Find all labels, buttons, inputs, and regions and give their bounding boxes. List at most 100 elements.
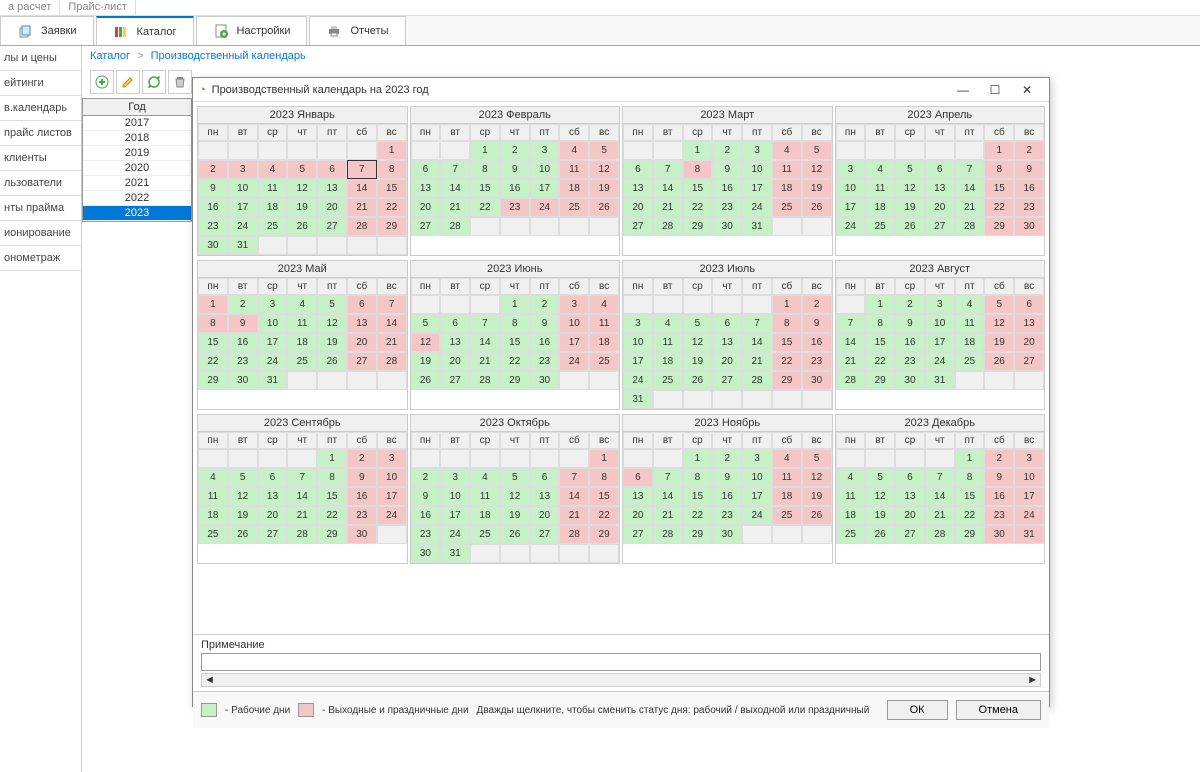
day-cell[interactable]: 8 bbox=[500, 314, 530, 333]
day-cell[interactable]: 11 bbox=[198, 487, 228, 506]
day-cell[interactable]: 30 bbox=[347, 525, 377, 544]
day-cell[interactable]: 18 bbox=[653, 352, 683, 371]
day-cell[interactable]: 27 bbox=[530, 525, 560, 544]
day-cell[interactable]: 3 bbox=[559, 295, 589, 314]
day-cell[interactable]: 1 bbox=[377, 141, 407, 160]
day-cell[interactable]: 26 bbox=[802, 506, 832, 525]
day-cell[interactable]: 21 bbox=[742, 352, 772, 371]
day-cell[interactable]: 8 bbox=[955, 468, 985, 487]
day-cell[interactable]: 22 bbox=[772, 352, 802, 371]
day-cell[interactable]: 31 bbox=[258, 371, 288, 390]
day-cell[interactable]: 17 bbox=[228, 198, 258, 217]
day-cell[interactable]: 12 bbox=[589, 160, 619, 179]
day-cell[interactable]: 21 bbox=[559, 506, 589, 525]
day-cell[interactable]: 6 bbox=[258, 468, 288, 487]
day-cell[interactable]: 23 bbox=[802, 352, 832, 371]
day-cell[interactable]: 15 bbox=[198, 333, 228, 352]
day-cell[interactable]: 11 bbox=[258, 179, 288, 198]
day-cell[interactable]: 10 bbox=[836, 179, 866, 198]
day-cell[interactable]: 4 bbox=[589, 295, 619, 314]
day-cell[interactable]: 25 bbox=[287, 352, 317, 371]
day-cell[interactable]: 3 bbox=[742, 141, 772, 160]
day-cell[interactable]: 9 bbox=[530, 314, 560, 333]
day-cell[interactable]: 1 bbox=[772, 295, 802, 314]
refresh-button[interactable] bbox=[142, 70, 166, 94]
day-cell[interactable]: 18 bbox=[836, 506, 866, 525]
day-cell[interactable]: 9 bbox=[802, 314, 832, 333]
day-cell[interactable]: 25 bbox=[653, 371, 683, 390]
day-cell[interactable]: 30 bbox=[712, 217, 742, 236]
day-cell[interactable]: 6 bbox=[925, 160, 955, 179]
sidebar-item[interactable]: в.календарь bbox=[0, 96, 81, 121]
day-cell[interactable]: 22 bbox=[470, 198, 500, 217]
day-cell[interactable]: 25 bbox=[559, 198, 589, 217]
day-cell[interactable]: 21 bbox=[653, 506, 683, 525]
day-cell[interactable]: 7 bbox=[470, 314, 500, 333]
day-cell[interactable]: 28 bbox=[653, 525, 683, 544]
day-cell[interactable]: 8 bbox=[589, 468, 619, 487]
day-cell[interactable]: 19 bbox=[411, 352, 441, 371]
day-cell[interactable]: 14 bbox=[836, 333, 866, 352]
day-cell[interactable]: 26 bbox=[589, 198, 619, 217]
day-cell[interactable]: 3 bbox=[530, 141, 560, 160]
cancel-button[interactable]: Отмена bbox=[956, 700, 1041, 720]
day-cell[interactable]: 8 bbox=[377, 160, 407, 179]
day-cell[interactable]: 20 bbox=[895, 506, 925, 525]
day-cell[interactable]: 25 bbox=[470, 525, 500, 544]
day-cell[interactable]: 30 bbox=[228, 371, 258, 390]
day-cell[interactable]: 5 bbox=[228, 468, 258, 487]
day-cell[interactable]: 21 bbox=[440, 198, 470, 217]
day-cell[interactable]: 21 bbox=[925, 506, 955, 525]
edit-button[interactable] bbox=[116, 70, 140, 94]
day-cell[interactable]: 4 bbox=[772, 449, 802, 468]
day-cell[interactable]: 19 bbox=[287, 198, 317, 217]
day-cell[interactable]: 8 bbox=[198, 314, 228, 333]
day-cell[interactable]: 31 bbox=[440, 544, 470, 563]
day-cell[interactable]: 27 bbox=[411, 217, 441, 236]
day-cell[interactable]: 25 bbox=[198, 525, 228, 544]
day-cell[interactable]: 23 bbox=[1014, 198, 1044, 217]
day-cell[interactable]: 21 bbox=[377, 333, 407, 352]
day-cell[interactable]: 27 bbox=[623, 525, 653, 544]
day-cell[interactable]: 31 bbox=[228, 236, 258, 255]
day-cell[interactable]: 3 bbox=[228, 160, 258, 179]
day-cell[interactable]: 28 bbox=[440, 217, 470, 236]
day-cell[interactable]: 20 bbox=[317, 198, 347, 217]
day-cell[interactable]: 8 bbox=[683, 160, 713, 179]
sidebar-item[interactable]: льзователи bbox=[0, 171, 81, 196]
day-cell[interactable]: 10 bbox=[258, 314, 288, 333]
day-cell[interactable]: 5 bbox=[317, 295, 347, 314]
day-cell[interactable]: 27 bbox=[925, 217, 955, 236]
day-cell[interactable]: 3 bbox=[377, 449, 407, 468]
day-cell[interactable]: 12 bbox=[500, 487, 530, 506]
day-cell[interactable]: 24 bbox=[742, 506, 772, 525]
day-cell[interactable]: 28 bbox=[287, 525, 317, 544]
breadcrumb-current[interactable]: Производственный календарь bbox=[151, 50, 306, 62]
day-cell[interactable]: 3 bbox=[742, 449, 772, 468]
day-cell[interactable]: 14 bbox=[347, 179, 377, 198]
day-cell[interactable]: 10 bbox=[559, 314, 589, 333]
day-cell[interactable]: 6 bbox=[623, 468, 653, 487]
day-cell[interactable]: 30 bbox=[411, 544, 441, 563]
day-cell[interactable]: 10 bbox=[377, 468, 407, 487]
day-cell[interactable]: 8 bbox=[984, 160, 1014, 179]
day-cell[interactable]: 18 bbox=[198, 506, 228, 525]
day-cell[interactable]: 11 bbox=[559, 160, 589, 179]
day-cell[interactable]: 28 bbox=[836, 371, 866, 390]
day-cell[interactable]: 13 bbox=[317, 179, 347, 198]
day-cell[interactable]: 15 bbox=[772, 333, 802, 352]
day-cell[interactable]: 28 bbox=[377, 352, 407, 371]
day-cell[interactable]: 31 bbox=[623, 390, 653, 409]
year-item-2017[interactable]: 2017 bbox=[83, 116, 191, 131]
day-cell[interactable]: 4 bbox=[836, 468, 866, 487]
tab-настройки[interactable]: Настройки bbox=[196, 16, 308, 45]
day-cell[interactable]: 23 bbox=[198, 217, 228, 236]
day-cell[interactable]: 16 bbox=[895, 333, 925, 352]
day-cell[interactable]: 30 bbox=[712, 525, 742, 544]
delete-button[interactable] bbox=[168, 70, 192, 94]
day-cell[interactable]: 17 bbox=[925, 333, 955, 352]
day-cell[interactable]: 17 bbox=[1014, 487, 1044, 506]
day-cell[interactable]: 26 bbox=[411, 371, 441, 390]
day-cell[interactable]: 19 bbox=[802, 179, 832, 198]
day-cell[interactable]: 6 bbox=[712, 314, 742, 333]
